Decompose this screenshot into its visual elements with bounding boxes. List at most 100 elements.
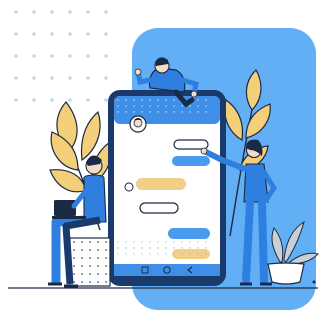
decorative-dot <box>133 105 135 107</box>
decorative-dot <box>205 247 207 249</box>
decorative-dot <box>105 273 107 275</box>
bubble-outgoing <box>173 139 209 150</box>
decorative-dot <box>197 99 199 101</box>
decorative-dot <box>104 98 108 102</box>
decorative-dot <box>50 32 54 36</box>
decorative-dot <box>181 253 183 255</box>
decorative-dot <box>117 111 119 113</box>
decorative-dot <box>125 111 127 113</box>
decorative-dot <box>165 241 167 243</box>
decorative-dot <box>117 247 119 249</box>
decorative-dot <box>157 111 159 113</box>
decorative-dot <box>141 253 143 255</box>
decorative-dot <box>125 247 127 249</box>
decorative-dot <box>104 54 108 58</box>
decorative-dot <box>14 10 18 14</box>
decorative-dot <box>173 247 175 249</box>
decorative-dot <box>141 241 143 243</box>
decorative-dot <box>97 257 99 259</box>
decorative-dot <box>81 281 83 283</box>
bubble-blue-2 <box>168 228 210 239</box>
decorative-dot <box>86 76 90 80</box>
decorative-dot <box>73 273 75 275</box>
decorative-dot <box>86 32 90 36</box>
chat-illustration <box>0 0 324 322</box>
decorative-dot <box>133 111 135 113</box>
decorative-dot <box>32 76 36 80</box>
decorative-dot <box>197 253 199 255</box>
decorative-dot <box>133 241 135 243</box>
decorative-dot <box>205 253 207 255</box>
decorative-dot <box>181 241 183 243</box>
decorative-dot <box>125 241 127 243</box>
decorative-dot <box>173 111 175 113</box>
decorative-dot <box>81 249 83 251</box>
decorative-dot <box>86 54 90 58</box>
decorative-dot <box>81 265 83 267</box>
contact-avatar-icon <box>129 115 147 133</box>
decorative-dot <box>104 10 108 14</box>
decorative-dot <box>105 265 107 267</box>
decorative-dot <box>133 247 135 249</box>
decorative-dot <box>189 105 191 107</box>
decorative-dot <box>50 54 54 58</box>
decorative-dot <box>149 111 151 113</box>
decorative-dot <box>104 32 108 36</box>
decorative-dot <box>173 241 175 243</box>
decorative-dot <box>86 98 90 102</box>
decorative-dot <box>157 247 159 249</box>
decorative-dot <box>117 241 119 243</box>
decorative-dot <box>165 111 167 113</box>
decorative-dot <box>165 105 167 107</box>
decorative-dot <box>173 105 175 107</box>
decorative-dot <box>14 32 18 36</box>
decorative-dot <box>81 273 83 275</box>
decorative-dot <box>181 247 183 249</box>
decorative-dot <box>141 247 143 249</box>
smartphone <box>108 90 226 286</box>
decorative-dot <box>157 241 159 243</box>
decorative-dot <box>14 54 18 58</box>
decorative-dot <box>97 241 99 243</box>
decorative-dot <box>89 241 91 243</box>
dot-grid-decoration <box>14 10 108 102</box>
decorative-dot <box>105 257 107 259</box>
decorative-dot <box>50 76 54 80</box>
chat-header-bar <box>114 96 220 124</box>
decorative-dot <box>125 105 127 107</box>
decorative-dot <box>32 98 36 102</box>
decorative-dot <box>133 253 135 255</box>
decorative-dot <box>205 99 207 101</box>
decorative-dot <box>197 241 199 243</box>
decorative-dot <box>181 105 183 107</box>
decorative-dot <box>73 249 75 251</box>
bubble-outline <box>139 202 179 214</box>
decorative-dot <box>105 281 107 283</box>
decorative-dot <box>117 99 119 101</box>
decorative-dot <box>105 241 107 243</box>
decorative-dot <box>32 10 36 14</box>
decorative-dot <box>97 265 99 267</box>
decorative-dot <box>189 247 191 249</box>
decorative-dot <box>189 241 191 243</box>
decorative-dot <box>89 281 91 283</box>
decorative-dot <box>173 99 175 101</box>
decorative-dot <box>141 111 143 113</box>
decorative-dot <box>97 273 99 275</box>
decorative-dot <box>197 111 199 113</box>
decorative-dot <box>73 265 75 267</box>
decorative-dot <box>165 253 167 255</box>
decorative-dot <box>14 98 18 102</box>
decorative-dot <box>68 54 72 58</box>
bubble-incoming <box>172 156 210 166</box>
decorative-dot <box>197 105 199 107</box>
decorative-dot <box>104 76 108 80</box>
decorative-dot <box>117 253 119 255</box>
decorative-dot <box>14 76 18 80</box>
decorative-dot <box>105 249 107 251</box>
seat-box <box>69 237 111 287</box>
decorative-dot <box>149 247 151 249</box>
decorative-dot <box>50 98 54 102</box>
decorative-dot <box>68 98 72 102</box>
decorative-dot <box>86 10 90 14</box>
